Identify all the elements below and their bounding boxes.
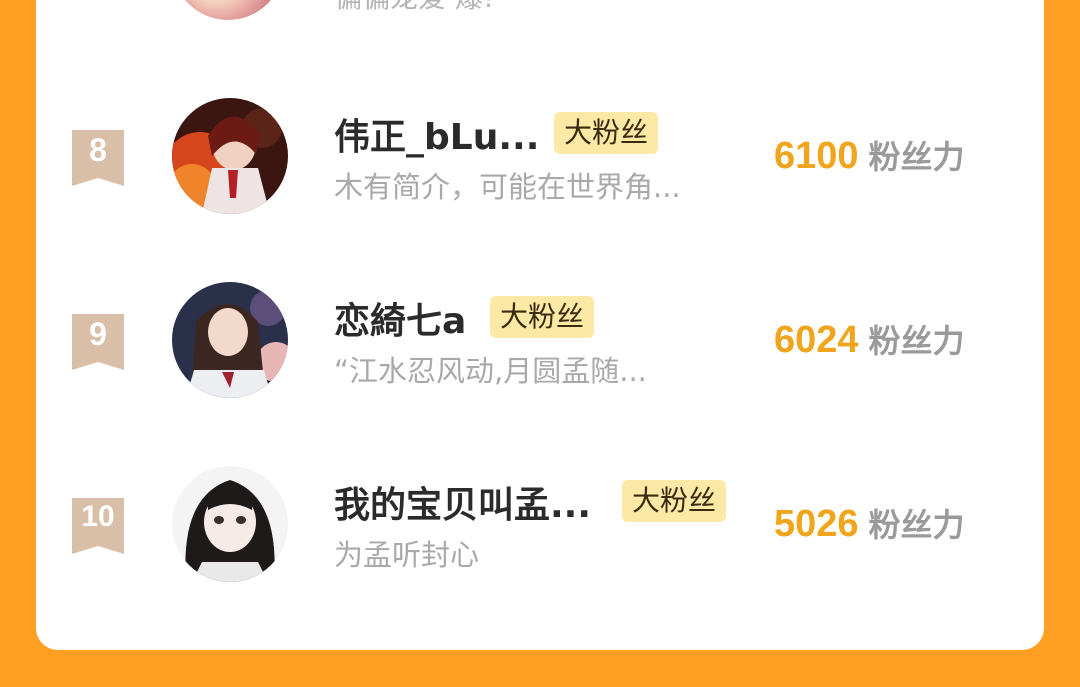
rank-number: 10 <box>81 500 115 533</box>
rank-badge: 10 <box>72 498 124 554</box>
avatar[interactable] <box>172 282 288 398</box>
fan-power-unit: 粉丝力 <box>868 138 965 176</box>
avatar[interactable] <box>172 466 288 582</box>
rank-number: 8 <box>89 132 107 168</box>
user-name[interactable]: 伟正_bLu... <box>334 108 539 160</box>
rank-badge: 9 <box>72 314 124 370</box>
user-bio: “江水忍风动,月圆孟随... <box>334 354 647 388</box>
avatar-image <box>172 98 288 214</box>
fan-level-badge: 大粉丝 <box>490 296 595 338</box>
fan-power: 6024 粉丝力 <box>774 316 965 362</box>
avatar-image <box>172 466 288 582</box>
list-item[interactable]: 9 恋綺七a 大粉丝 “江水忍风动,月圆孟随... 6024 粉丝力 <box>0 282 1080 402</box>
user-name[interactable]: 我的宝贝叫孟... <box>334 476 591 528</box>
avatar-image <box>172 282 288 398</box>
fan-power: 5026 粉丝力 <box>774 500 965 546</box>
list-item[interactable]: 10 我的宝贝叫孟... 大粉丝 为孟听封心 5026 粉丝力 <box>0 466 1080 586</box>
rank-number: 9 <box>89 316 107 352</box>
user-bio: 木有简介，可能在世界角... <box>334 170 681 204</box>
user-bio: 为孟听封心 <box>334 538 480 572</box>
fan-power-value: 6024 <box>774 319 859 361</box>
avatar[interactable] <box>172 98 288 214</box>
fan-power: 6100 粉丝力 <box>774 132 965 178</box>
user-name[interactable]: 恋綺七a <box>334 292 466 344</box>
fan-level-badge: 大粉丝 <box>554 112 659 154</box>
fan-power-value: 6100 <box>774 135 859 177</box>
list-item[interactable]: 8 伟正_bLu... 大粉丝 木有简介，可能在世界角... 6100 粉丝力 <box>0 98 1080 218</box>
fan-level-badge: 大粉丝 <box>622 480 727 522</box>
fan-power-unit: 粉丝力 <box>868 506 965 544</box>
user-bio: 偏偏宠爱 爆! <box>334 0 494 16</box>
fan-power-value: 5026 <box>774 503 859 545</box>
rank-badge: 8 <box>72 130 124 186</box>
fan-power-unit: 粉丝力 <box>868 322 965 360</box>
